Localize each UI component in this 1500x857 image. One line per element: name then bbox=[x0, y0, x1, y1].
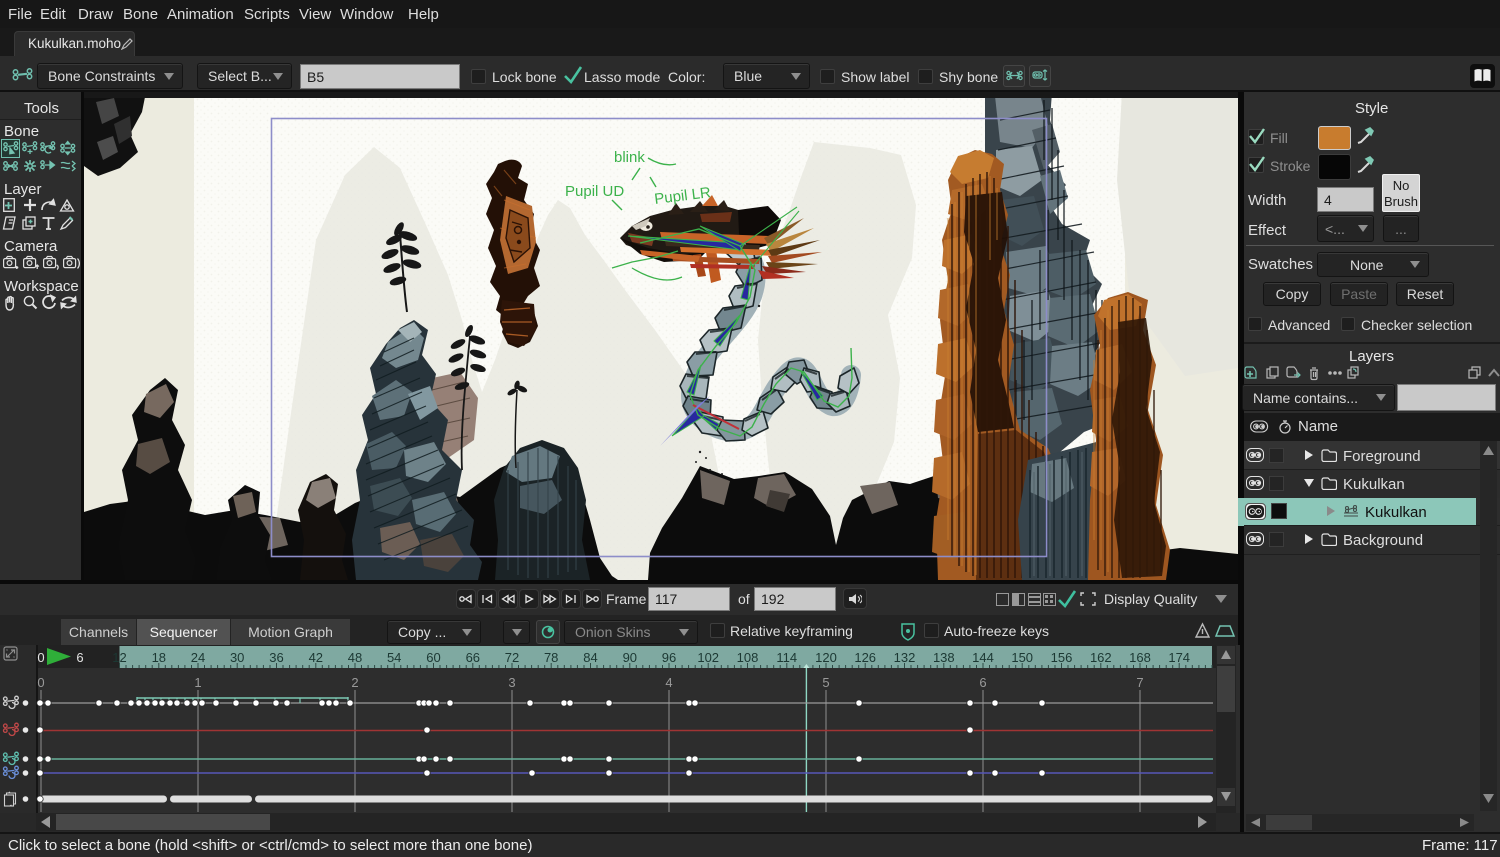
svg-text:60: 60 bbox=[426, 650, 440, 665]
svg-text:144: 144 bbox=[972, 650, 994, 665]
svg-text:0: 0 bbox=[37, 675, 44, 690]
svg-text:138: 138 bbox=[933, 650, 955, 665]
svg-text:84: 84 bbox=[583, 650, 597, 665]
svg-text:1: 1 bbox=[194, 675, 201, 690]
svg-text:6: 6 bbox=[76, 650, 83, 665]
svg-text:6: 6 bbox=[979, 675, 986, 690]
svg-text:7: 7 bbox=[1136, 675, 1143, 690]
svg-text:120: 120 bbox=[815, 650, 837, 665]
svg-text:156: 156 bbox=[1051, 650, 1073, 665]
svg-text:36: 36 bbox=[269, 650, 283, 665]
svg-text:114: 114 bbox=[776, 650, 797, 665]
svg-text:102: 102 bbox=[697, 650, 719, 665]
svg-text:2: 2 bbox=[351, 675, 358, 690]
svg-text:18: 18 bbox=[152, 650, 166, 665]
svg-text:4: 4 bbox=[665, 675, 672, 690]
svg-text:3: 3 bbox=[508, 675, 515, 690]
svg-text:78: 78 bbox=[544, 650, 558, 665]
svg-text:168: 168 bbox=[1129, 650, 1151, 665]
svg-text:90: 90 bbox=[623, 650, 637, 665]
svg-text:108: 108 bbox=[737, 650, 759, 665]
svg-text:126: 126 bbox=[854, 650, 876, 665]
svg-text:54: 54 bbox=[387, 650, 401, 665]
svg-text:66: 66 bbox=[466, 650, 480, 665]
svg-text:48: 48 bbox=[348, 650, 362, 665]
svg-text:72: 72 bbox=[505, 650, 519, 665]
svg-text:162: 162 bbox=[1090, 650, 1112, 665]
svg-text:30: 30 bbox=[230, 650, 244, 665]
svg-text:24: 24 bbox=[191, 650, 205, 665]
svg-text:blink: blink bbox=[614, 149, 645, 166]
svg-text:174: 174 bbox=[1168, 650, 1190, 665]
svg-text:12: 12 bbox=[112, 650, 126, 665]
svg-text:0: 0 bbox=[37, 650, 44, 665]
svg-text:96: 96 bbox=[662, 650, 676, 665]
svg-text:Pupil UD: Pupil UD bbox=[565, 183, 624, 200]
svg-text:150: 150 bbox=[1011, 650, 1033, 665]
svg-text:42: 42 bbox=[309, 650, 323, 665]
svg-text:132: 132 bbox=[894, 650, 916, 665]
svg-text:5: 5 bbox=[822, 675, 829, 690]
